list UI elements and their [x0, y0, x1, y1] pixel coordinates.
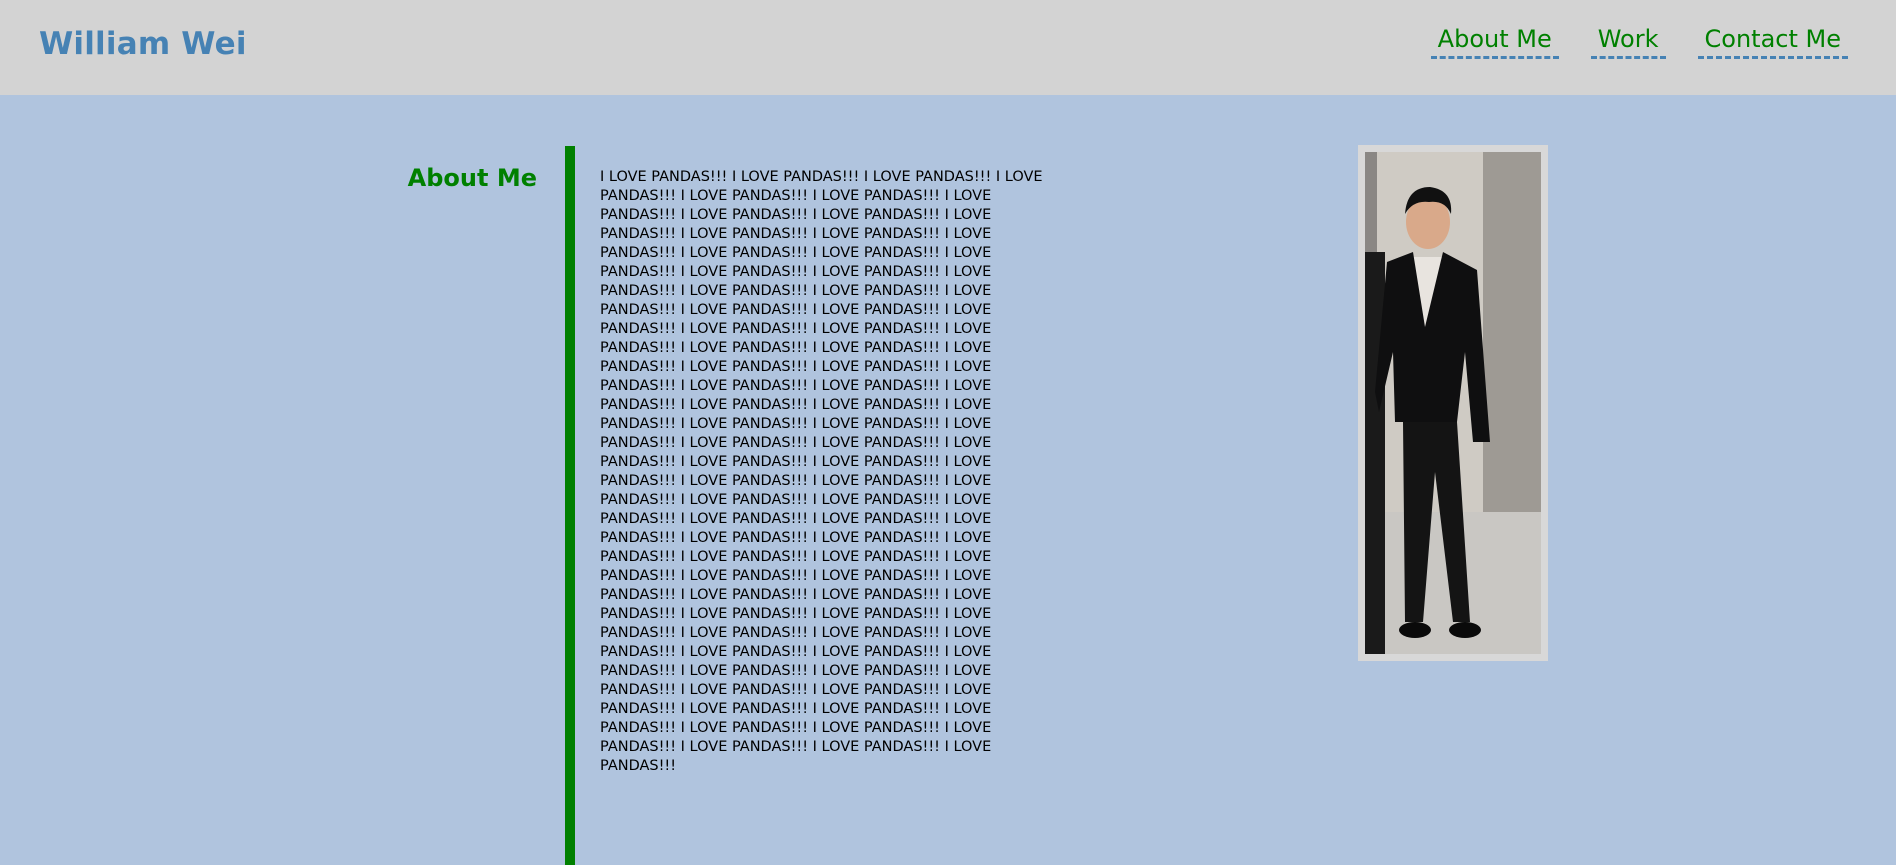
site-header: William Wei About Me Work Contact Me: [0, 0, 1896, 95]
section-divider: [565, 146, 575, 865]
profile-photo-frame: [1358, 145, 1548, 661]
about-me-heading: About Me: [407, 164, 537, 192]
nav-link-work[interactable]: Work: [1590, 24, 1666, 59]
nav-link-about-me[interactable]: About Me: [1430, 24, 1559, 59]
nav-link-contact-me[interactable]: Contact Me: [1697, 24, 1848, 59]
profile-photo: [1365, 152, 1541, 654]
main-nav: About Me Work Contact Me: [1430, 24, 1848, 59]
about-me-text: I LOVE PANDAS!!! I LOVE PANDAS!!! I LOVE…: [600, 169, 1043, 774]
site-title[interactable]: William Wei: [39, 26, 247, 62]
